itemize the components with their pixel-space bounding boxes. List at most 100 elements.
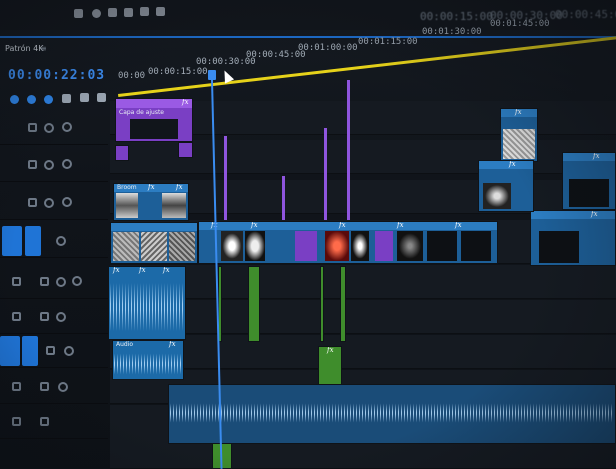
video-clip[interactable]: fx fx fx fx fx (198, 221, 498, 264)
adjustment-layer-clip[interactable] (282, 176, 285, 220)
adjustment-layer-clip[interactable] (224, 136, 227, 220)
sync-icon[interactable] (62, 159, 72, 169)
fx-badge-icon: fx (182, 98, 189, 106)
video-clip[interactable]: fx (500, 108, 538, 162)
lock-icon[interactable] (12, 312, 21, 321)
clip-thumbnail (116, 193, 138, 218)
ruler-label: 00:01:00:00 (298, 43, 358, 53)
ruler-label: 00:01:30:00 (422, 27, 482, 37)
marker-icon[interactable] (44, 95, 53, 104)
lock-icon[interactable] (12, 382, 21, 391)
clip-thumbnail (141, 232, 167, 261)
adjustment-layer-clip[interactable]: Capa de ajuste fx (115, 98, 193, 142)
clip-thumbnail (169, 232, 195, 261)
audio-waveform (110, 277, 184, 337)
target-toggle-v1[interactable] (25, 226, 41, 256)
audio-clip[interactable]: Audio fx (112, 340, 184, 380)
lock-icon[interactable] (28, 198, 37, 207)
voiceover-icon[interactable] (72, 276, 82, 286)
snap-icon[interactable] (10, 95, 19, 104)
eye-icon[interactable] (44, 123, 54, 133)
video-clip[interactable]: fx (478, 160, 534, 212)
solo-icon[interactable] (58, 382, 68, 392)
adjustment-layer-clip[interactable] (347, 80, 350, 220)
toolbar-timecode: 00:00:15:00 (420, 10, 493, 23)
sync-icon[interactable] (62, 122, 72, 132)
video-clip[interactable] (110, 222, 198, 264)
clip-thumbnail (162, 193, 186, 218)
toolbar-icon[interactable] (124, 8, 133, 17)
time-ruler[interactable]: 00:00 00:00:15:00 00:00:30:00 00:00:45:0… (110, 19, 616, 93)
caption-icon[interactable] (80, 93, 89, 102)
toolbar-icon[interactable] (156, 7, 165, 16)
mute-icon[interactable] (40, 382, 49, 391)
clip-thumbnail (245, 231, 265, 261)
video-clip[interactable]: Broom fx fx (113, 183, 189, 221)
audio-waveform (170, 401, 614, 425)
track-header-v2 (0, 186, 108, 220)
mute-icon[interactable] (46, 346, 55, 355)
audio-clip[interactable] (248, 266, 260, 342)
clip-thumbnail (569, 179, 609, 207)
clip-thumbnail (325, 231, 349, 261)
clip-thumbnail (221, 231, 243, 261)
sequence-tab[interactable]: Patrón 4K (5, 44, 43, 53)
solo-icon[interactable] (64, 346, 74, 356)
adjustment-layer-clip[interactable] (324, 128, 327, 220)
target-toggle-a1[interactable] (22, 336, 38, 366)
fx-badge-icon: fx (593, 152, 600, 160)
audio-clip[interactable]: fx fx fx (108, 266, 186, 340)
linked-selection-icon[interactable] (27, 95, 36, 104)
eye-icon[interactable] (44, 160, 54, 170)
clip-thumbnail (295, 231, 317, 261)
fx-badge-icon: fx (339, 221, 346, 229)
clip-thumbnail (397, 231, 423, 261)
ruler-label: 00:01:45:00 (490, 19, 550, 29)
fx-badge-icon: fx (169, 340, 176, 348)
audio-clip[interactable] (168, 384, 616, 444)
settings-icon[interactable] (97, 93, 106, 102)
solo-icon[interactable] (56, 312, 66, 322)
audio-clip[interactable] (340, 266, 346, 342)
lock-icon[interactable] (28, 160, 37, 169)
toolbar-icon[interactable] (74, 9, 83, 18)
fx-badge-icon: fx (251, 221, 258, 229)
fx-badge-icon: fx (509, 160, 516, 168)
audio-clip[interactable] (320, 266, 324, 342)
video-clip[interactable]: fx (562, 152, 616, 210)
lock-icon[interactable] (12, 417, 21, 426)
panel-menu-icon[interactable]: ≡ (40, 44, 47, 53)
source-patch-v1[interactable] (2, 226, 22, 256)
fx-badge-icon: fx (113, 266, 120, 274)
adjustment-layer-clip[interactable] (178, 142, 193, 158)
toolbar-icon[interactable] (92, 9, 101, 18)
sync-icon[interactable] (62, 197, 72, 207)
toolbar-icon[interactable] (108, 8, 117, 17)
solo-icon[interactable] (56, 277, 66, 287)
editor-window: 00:00:15:00 00:00:30:00 00:00:45:00 Patr… (0, 0, 616, 469)
track-header-a3 (0, 334, 108, 368)
mute-icon[interactable] (40, 277, 49, 286)
fx-badge-icon: fx (148, 183, 155, 191)
timeline-panel: 00:00:15:00 00:00:30:00 00:00:45:00 Patr… (0, 0, 616, 469)
playhead-handle[interactable] (208, 70, 216, 80)
lock-icon[interactable] (12, 277, 21, 286)
source-patch-a1[interactable] (0, 336, 20, 366)
toolbar-icon[interactable] (140, 7, 149, 16)
track-header-a4 (0, 370, 108, 404)
fx-badge-icon: fx (176, 183, 183, 191)
clip-thumbnail (351, 231, 369, 261)
ruler-label: 00:00 (118, 71, 146, 81)
clip-thumbnail (461, 231, 491, 261)
track-lane[interactable] (110, 335, 616, 369)
wrench-icon[interactable] (62, 94, 71, 103)
lock-icon[interactable] (28, 123, 37, 132)
playhead-timecode[interactable]: 00:00:22:03 (8, 68, 105, 83)
mute-icon[interactable] (40, 417, 49, 426)
video-clip[interactable]: fx (530, 210, 616, 266)
track-header-a5 (0, 405, 108, 439)
eye-icon[interactable] (56, 236, 66, 246)
adjustment-layer-clip[interactable] (115, 145, 129, 161)
eye-icon[interactable] (44, 198, 54, 208)
mute-icon[interactable] (40, 312, 49, 321)
